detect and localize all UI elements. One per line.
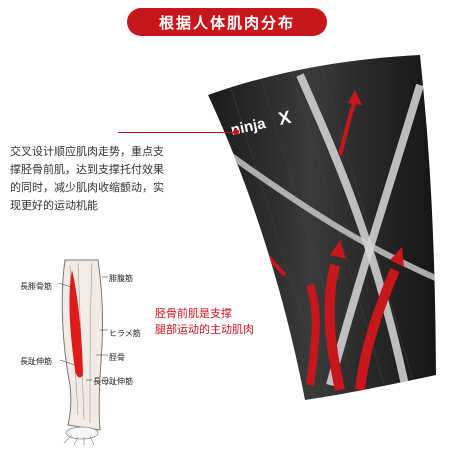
sleeve-body <box>208 55 436 400</box>
muscle-note-line: 胫骨前肌是支撑 <box>155 307 232 320</box>
muscle-note: 胫骨前肌是支撑 腿部运动的主动肌肉 <box>155 306 254 338</box>
callout-line <box>118 132 236 133</box>
label-soleus: ヒラメ筋 <box>109 329 141 338</box>
description-line: 交叉设计顺应肌肉走势，重点支 <box>10 145 164 158</box>
label-long-peroneal: 長腓骨筋 <box>20 282 52 291</box>
description-line: 撑胫骨前肌，达到支撑托付效果 <box>10 163 164 176</box>
label-extensor-hallucis: 長母趾伸筋 <box>93 377 133 386</box>
feature-description: 交叉设计顺应肌肉走势，重点支 撑胫骨前肌，达到支撑托付效果 的同时，减少肌肉收缩… <box>10 143 218 215</box>
description-line: 现更好的运动机能 <box>10 199 98 212</box>
label-extensor-digitorum: 長趾伸筋 <box>20 357 52 366</box>
muscle-note-line: 腿部运动的主动肌肉 <box>155 323 254 336</box>
callout-dot <box>233 129 239 135</box>
compression-sleeve-image: ninja X <box>208 55 436 400</box>
label-tibia: 脛骨 <box>109 353 125 362</box>
page-title: 根据人体肌肉分布 <box>127 8 327 36</box>
label-gastrocnemius: 腓腹筋 <box>109 274 133 283</box>
description-line: 的同时，减少肌肉收缩颤动，实 <box>10 181 164 194</box>
